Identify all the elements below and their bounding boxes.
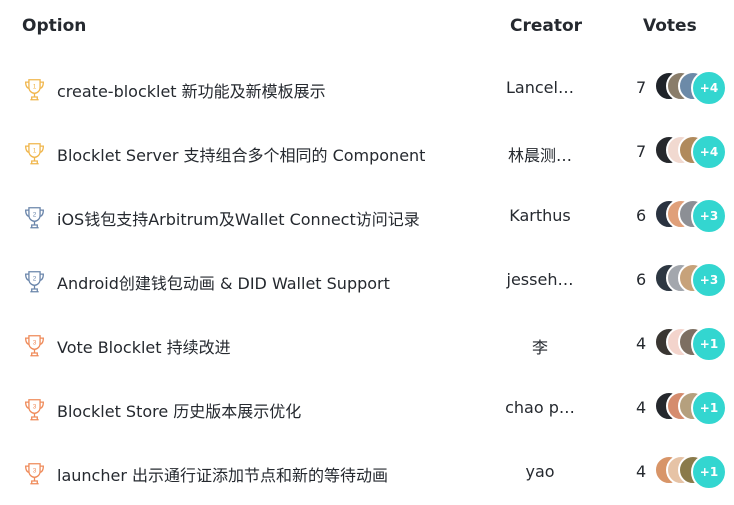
votes-table: Option Creator Votes 1 create-blocklet 新功… (0, 0, 734, 501)
vote-count: 6 (636, 206, 647, 225)
rank-number: 3 (33, 339, 37, 346)
trophy-icon: 2 (25, 271, 44, 293)
trophy-icon: 2 (25, 207, 44, 229)
table-row[interactable]: 3 Vote Blocklet 持续改进 李 4 +1 (0, 313, 734, 377)
more-voters-badge[interactable]: +3 (691, 198, 727, 234)
voter-avatars[interactable]: +3 (654, 198, 734, 234)
vote-count: 4 (636, 462, 647, 481)
option-label[interactable]: Android创建钱包动画 & DID Wallet Support (57, 270, 390, 294)
voter-avatars[interactable]: +1 (654, 326, 734, 362)
rank-number: 3 (33, 403, 37, 410)
rank-number: 2 (33, 211, 37, 218)
table-row[interactable]: 2 iOS钱包支持Arbitrum及Wallet Connect访问记录 Karth… (0, 185, 734, 249)
voter-avatars[interactable]: +4 (654, 70, 734, 106)
creator-name[interactable]: 林晨测… (500, 142, 580, 166)
creator-column-header[interactable]: Creator (510, 16, 582, 36)
option-label[interactable]: Vote Blocklet 持续改进 (57, 334, 231, 358)
creator-name[interactable]: 李 (500, 334, 580, 358)
table-row[interactable]: 1 create-blocklet 新功能及新模板展示 Lancel… 7 +4 (0, 57, 734, 121)
more-voters-badge[interactable]: +4 (691, 134, 727, 170)
more-voters-badge[interactable]: +1 (691, 326, 727, 362)
voter-avatars[interactable]: +4 (654, 134, 734, 170)
option-label[interactable]: create-blocklet 新功能及新模板展示 (57, 78, 326, 102)
vote-count: 4 (636, 398, 647, 417)
trophy-icon: 3 (25, 463, 44, 485)
rank-number: 3 (33, 467, 37, 474)
vote-count: 6 (636, 270, 647, 289)
table-header: Option Creator Votes (0, 0, 734, 54)
rank-number: 2 (33, 275, 37, 282)
more-voters-badge[interactable]: +4 (691, 70, 727, 106)
creator-name[interactable]: jesseh… (500, 270, 580, 289)
rank-number: 1 (33, 83, 37, 90)
option-label[interactable]: Blocklet Server 支持组合多个相同的 Component (57, 142, 425, 166)
table-row[interactable]: 3 Blocklet Store 历史版本展示优化 chao p… 4 +1 (0, 377, 734, 441)
trophy-icon: 1 (25, 143, 44, 165)
option-label[interactable]: Blocklet Store 历史版本展示优化 (57, 398, 301, 422)
creator-name[interactable]: chao p… (500, 398, 580, 417)
option-column-header[interactable]: Option (22, 16, 86, 36)
trophy-icon: 3 (25, 399, 44, 421)
option-label[interactable]: launcher 出示通行证添加节点和新的等待动画 (57, 462, 388, 486)
table-row[interactable]: 2 Android创建钱包动画 & DID Wallet Support jesse… (0, 249, 734, 313)
voter-avatars[interactable]: +1 (654, 454, 734, 490)
voter-avatars[interactable]: +3 (654, 262, 734, 298)
creator-name[interactable]: Lancel… (500, 78, 580, 97)
votes-column-header[interactable]: Votes (643, 16, 697, 36)
vote-count: 7 (636, 78, 647, 97)
table-row[interactable]: 3 launcher 出示通行证添加节点和新的等待动画 yao 4 +1 (0, 441, 734, 505)
table-row[interactable]: 1 Blocklet Server 支持组合多个相同的 Component 林晨测…… (0, 121, 734, 185)
more-voters-badge[interactable]: +1 (691, 390, 727, 426)
vote-count: 4 (636, 334, 647, 353)
more-voters-badge[interactable]: +3 (691, 262, 727, 298)
creator-name[interactable]: yao (500, 462, 580, 481)
option-label[interactable]: iOS钱包支持Arbitrum及Wallet Connect访问记录 (57, 206, 420, 230)
trophy-icon: 3 (25, 335, 44, 357)
vote-count: 7 (636, 142, 647, 161)
rank-number: 1 (33, 147, 37, 154)
voter-avatars[interactable]: +1 (654, 390, 734, 426)
creator-name[interactable]: Karthus (500, 206, 580, 225)
trophy-icon: 1 (25, 79, 44, 101)
more-voters-badge[interactable]: +1 (691, 454, 727, 490)
